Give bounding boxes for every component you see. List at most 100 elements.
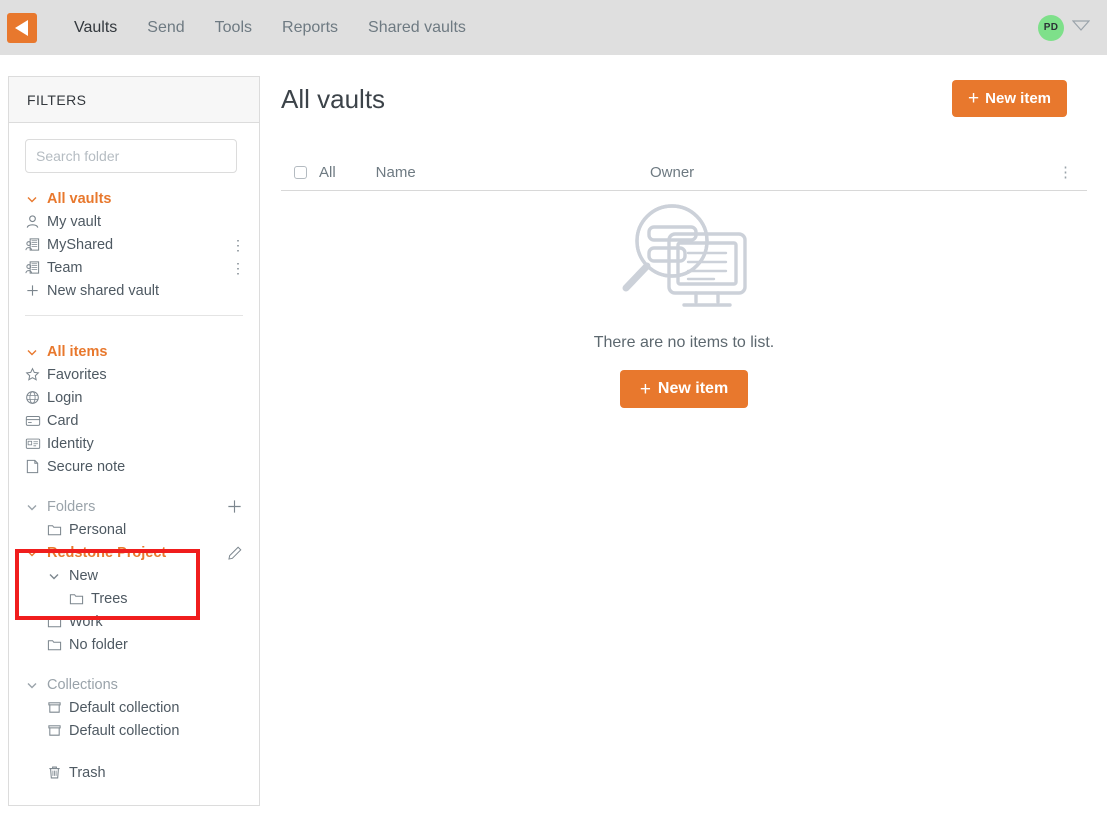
folder-icon xyxy=(47,522,69,537)
sidebar-label: Default collection xyxy=(69,699,180,716)
sidebar-item-team[interactable]: Team ⋮ xyxy=(25,256,245,279)
sidebar-item-new[interactable]: New xyxy=(25,564,243,587)
chevron-down-icon[interactable] xyxy=(1071,19,1091,37)
sidebar-label: Team xyxy=(47,259,83,276)
sidebar-item-my-vault[interactable]: My vault xyxy=(25,210,243,233)
sidebar-item-favorites[interactable]: Favorites xyxy=(25,363,243,386)
search-folder-input[interactable] xyxy=(25,139,237,173)
new-item-button-center[interactable]: + New item xyxy=(619,370,749,408)
plus-icon: + xyxy=(968,88,980,109)
credit-card-icon xyxy=(25,413,47,428)
sidebar-item-personal[interactable]: Personal xyxy=(25,518,243,541)
sidebar-body: All vaults My vault MyShared ⋮ Team xyxy=(9,123,259,784)
column-header-name: Name xyxy=(375,163,416,181)
nav-item-send[interactable]: Send xyxy=(132,0,199,55)
sidebar-label: Login xyxy=(47,389,83,406)
folder-icon xyxy=(47,637,69,652)
sidebar-head-collections[interactable]: Collections xyxy=(25,673,243,696)
column-header-owner: Owner xyxy=(650,163,695,181)
main-nav: Vaults Send Tools Reports Shared vaults xyxy=(59,0,481,55)
sidebar-label: My vault xyxy=(47,213,101,230)
app-logo-icon[interactable] xyxy=(7,12,37,43)
sidebar-label: No folder xyxy=(69,636,128,653)
sidebar-item-default-collection-2[interactable]: Default collection xyxy=(25,719,243,742)
trash-group: Trash xyxy=(25,761,243,784)
sidebar-item-no-folder[interactable]: No folder xyxy=(25,633,243,656)
nav-item-tools[interactable]: Tools xyxy=(200,0,267,55)
chevron-down-icon xyxy=(25,192,47,206)
table-options-menu[interactable]: ⋮ xyxy=(1058,165,1073,180)
nav-item-reports[interactable]: Reports xyxy=(267,0,353,55)
select-all-checkbox[interactable] xyxy=(294,165,307,179)
sidebar-divider xyxy=(25,315,243,316)
collection-icon xyxy=(47,723,69,738)
chevron-down-icon[interactable] xyxy=(25,546,47,560)
note-icon xyxy=(25,459,47,474)
sidebar-item-identity[interactable]: Identity xyxy=(25,432,243,455)
sidebar-item-card[interactable]: Card xyxy=(25,409,243,432)
sidebar-label: Personal xyxy=(69,521,127,538)
sidebar-item-trees[interactable]: Trees xyxy=(25,587,243,610)
vault-options-menu[interactable]: ⋮ xyxy=(231,261,245,275)
sidebar-item-secure-note[interactable]: Secure note xyxy=(25,455,243,478)
shared-vault-icon xyxy=(25,237,47,252)
sidebar-label: Secure note xyxy=(47,458,126,475)
account-menu[interactable]: PD xyxy=(1038,0,1091,55)
chevron-down-icon[interactable] xyxy=(47,569,69,583)
folders-group: Folders Personal Redstone Project New Tr… xyxy=(25,495,243,656)
shared-vault-icon xyxy=(25,260,47,275)
sidebar-item-redstone-project[interactable]: Redstone Project xyxy=(25,541,243,564)
sidebar-label: New shared vault xyxy=(47,282,160,299)
sidebar-label: Identity xyxy=(47,435,94,452)
sidebar-item-work[interactable]: Work xyxy=(25,610,243,633)
sidebar-label: Default collection xyxy=(69,722,180,739)
sidebar-label: New xyxy=(69,567,99,584)
new-item-button-label: New item xyxy=(985,90,1051,107)
sidebar-label: All vaults xyxy=(47,190,112,207)
vaults-group: All vaults My vault MyShared ⋮ Team ⋮ Ne… xyxy=(25,187,245,302)
nav-item-vaults[interactable]: Vaults xyxy=(59,0,132,55)
sidebar-item-myshared[interactable]: MyShared ⋮ xyxy=(25,233,245,256)
sidebar-item-login[interactable]: Login xyxy=(25,386,243,409)
trash-icon xyxy=(47,765,69,780)
collections-group: Collections Default collection Default c… xyxy=(25,673,243,742)
collection-icon xyxy=(47,700,69,715)
column-header-all: All xyxy=(319,163,336,181)
sidebar-item-default-collection-1[interactable]: Default collection xyxy=(25,696,243,719)
sidebar-label: All items xyxy=(47,343,108,360)
items-group: All items Favorites Login Card Identity … xyxy=(25,340,243,478)
vault-options-menu[interactable]: ⋮ xyxy=(231,238,245,252)
sidebar-head-all-vaults[interactable]: All vaults xyxy=(25,187,243,210)
sidebar-label: Card xyxy=(47,412,79,429)
sidebar-label: Collections xyxy=(47,676,118,693)
sidebar-label: Trees xyxy=(91,590,128,607)
filters-sidebar: FILTERS All vaults My vault MyS xyxy=(8,76,260,806)
sidebar-item-trash[interactable]: Trash xyxy=(25,761,243,784)
nav-item-shared-vaults[interactable]: Shared vaults xyxy=(353,0,481,55)
sidebar-title: FILTERS xyxy=(9,77,259,123)
person-icon xyxy=(25,214,47,229)
new-item-button-top[interactable]: + New item xyxy=(952,80,1067,117)
star-icon xyxy=(25,367,47,382)
empty-state: There are no items to list. + New item xyxy=(281,201,1087,408)
chevron-down-icon xyxy=(25,500,47,514)
plus-icon xyxy=(25,283,47,298)
sidebar-label: Folders xyxy=(47,498,96,515)
pencil-icon[interactable] xyxy=(227,545,243,561)
new-item-button-label: New item xyxy=(657,380,729,397)
sidebar-item-new-shared-vault[interactable]: New shared vault xyxy=(25,279,243,302)
avatar[interactable]: PD xyxy=(1038,14,1064,41)
add-folder-button[interactable] xyxy=(226,498,243,515)
folder-icon xyxy=(47,614,69,629)
sidebar-head-folders[interactable]: Folders xyxy=(25,495,243,518)
sidebar-head-all-items[interactable]: All items xyxy=(25,340,243,363)
sidebar-label: Redstone Project xyxy=(47,544,167,561)
search-screen-illustration-icon xyxy=(616,201,752,324)
id-card-icon xyxy=(25,436,47,451)
main-content: All vaults + New item All Name Owner ⋮ T… xyxy=(281,76,1087,408)
folder-icon xyxy=(69,591,91,606)
sidebar-label: Work xyxy=(69,613,103,630)
chevron-down-icon xyxy=(25,345,47,359)
plus-icon: + xyxy=(639,378,651,400)
empty-state-message: There are no items to list. xyxy=(593,334,775,351)
